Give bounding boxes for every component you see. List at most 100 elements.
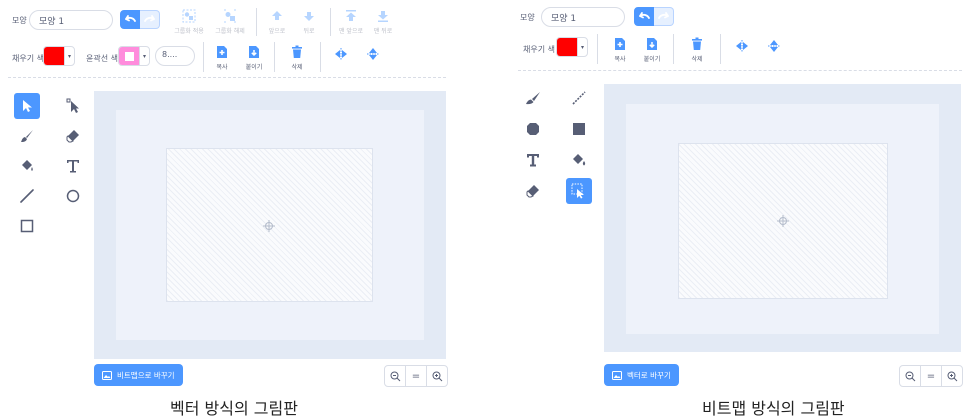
flip-vertical-button[interactable] — [757, 38, 791, 54]
ungroup-icon — [222, 8, 238, 24]
line-icon — [572, 91, 586, 105]
front-button[interactable]: 맨 앞으로 — [334, 8, 368, 35]
group-button[interactable]: 그룹화 적용 — [172, 8, 206, 35]
rectangle-tool[interactable] — [566, 116, 592, 142]
divider — [597, 34, 598, 64]
arrow-up-icon — [269, 8, 285, 24]
cursor-icon — [23, 100, 32, 112]
flip-horizontal-button[interactable] — [725, 38, 759, 54]
bitmap-caption: 비트맵 방식의 그림판 — [702, 399, 845, 418]
bucket-icon — [573, 154, 586, 166]
eraser-tool[interactable] — [520, 178, 546, 204]
to-front-icon — [343, 8, 359, 24]
zoom-in-button[interactable] — [941, 366, 962, 386]
text-icon — [67, 160, 79, 173]
undo-button[interactable] — [120, 10, 140, 29]
line-tool[interactable] — [566, 85, 592, 111]
circle-icon — [66, 189, 80, 203]
undo-icon — [638, 12, 650, 19]
chevron-down-icon: ▾ — [139, 47, 149, 65]
paste-icon — [246, 44, 262, 60]
vector-caption: 벡터 방식의 그림판 — [170, 399, 298, 418]
brush-icon — [526, 92, 540, 105]
select-tool[interactable] — [14, 93, 40, 119]
zoom-in-icon — [432, 371, 442, 381]
crosshair-icon — [777, 215, 789, 227]
outline-swatch — [119, 47, 139, 65]
ungroup-button[interactable]: 그룹화 해제 — [213, 8, 247, 35]
square-icon — [20, 219, 34, 233]
zoom-out-icon — [905, 371, 915, 381]
chevron-down-icon: ▾ — [577, 38, 587, 56]
fill-tool[interactable] — [566, 147, 592, 173]
flip-vertical-button[interactable] — [356, 46, 390, 62]
chevron-down-icon: ▾ — [64, 47, 74, 65]
text-tool[interactable] — [520, 147, 546, 173]
forward-button[interactable]: 앞으로 — [260, 8, 294, 35]
copy-button[interactable]: 복사 — [205, 44, 239, 71]
crosshair-icon — [263, 220, 275, 232]
redo-button[interactable] — [140, 10, 160, 29]
divider — [256, 8, 257, 36]
copy-button[interactable]: 복사 — [603, 36, 637, 63]
reshape-tool[interactable] — [60, 93, 86, 119]
brush-tool[interactable] — [520, 85, 546, 111]
rectangle-tool[interactable] — [14, 213, 40, 239]
eraser-icon — [526, 185, 539, 198]
copy-icon — [612, 36, 628, 52]
fill-tool[interactable] — [14, 153, 40, 179]
zoom-out-button[interactable] — [900, 366, 920, 386]
divider — [320, 42, 321, 72]
undo-button[interactable] — [634, 7, 654, 26]
line-icon — [20, 189, 34, 203]
image-icon — [612, 370, 622, 380]
image-icon — [102, 370, 112, 380]
fill-color-picker[interactable]: ▾ — [556, 37, 588, 57]
eraser-icon — [66, 130, 79, 143]
trash-icon — [289, 44, 305, 60]
reshape-icon — [66, 98, 79, 113]
zoom-in-button[interactable] — [426, 366, 447, 386]
arrow-down-icon — [301, 8, 317, 24]
select-icon — [571, 183, 584, 199]
outline-width-input[interactable]: 8.... — [155, 46, 195, 66]
text-tool[interactable] — [60, 153, 86, 179]
redo-button[interactable] — [654, 7, 674, 26]
to-back-icon — [375, 8, 391, 24]
flip-vertical-icon — [365, 46, 381, 62]
costume-name-input[interactable]: 모양 1 — [29, 10, 113, 30]
circle-tool[interactable] — [60, 183, 86, 209]
outline-color-label: 윤곽선 색 — [86, 54, 118, 63]
flip-vertical-icon — [766, 38, 782, 54]
line-tool[interactable] — [14, 183, 40, 209]
delete-button[interactable]: 삭제 — [280, 44, 314, 71]
zoom-out-icon — [390, 371, 400, 381]
paste-button[interactable]: 붙이기 — [635, 36, 669, 63]
zoom-out-button[interactable] — [385, 366, 405, 386]
select-tool[interactable] — [566, 178, 592, 204]
fill-color-picker[interactable]: ▾ — [43, 46, 75, 66]
backward-button[interactable]: 뒤로 — [292, 8, 326, 35]
costume-name-input[interactable]: 모양 1 — [541, 7, 625, 27]
zoom-in-icon — [947, 371, 957, 381]
convert-to-vector-button[interactable]: 벡터로 바꾸기 — [604, 364, 679, 386]
convert-to-bitmap-button[interactable]: 비트맵으로 바꾸기 — [94, 364, 183, 386]
delete-button[interactable]: 삭제 — [680, 36, 714, 63]
trash-icon — [689, 36, 705, 52]
redo-icon — [144, 15, 155, 22]
outline-color-picker[interactable]: ▾ — [118, 46, 150, 66]
group-icon — [181, 8, 197, 24]
undo-icon — [124, 15, 136, 22]
circle-tool[interactable] — [520, 116, 546, 142]
zoom-reset-button[interactable]: = — [405, 366, 426, 386]
paste-button[interactable]: 붙이기 — [237, 44, 271, 71]
eraser-tool[interactable] — [60, 123, 86, 149]
divider — [720, 34, 721, 64]
circle-icon — [527, 123, 539, 135]
back-button[interactable]: 맨 뒤로 — [366, 8, 400, 35]
toolbar-divider — [8, 77, 446, 78]
zoom-reset-button[interactable]: = — [920, 366, 941, 386]
flip-horizontal-button[interactable] — [324, 46, 358, 62]
copy-icon — [214, 44, 230, 60]
brush-tool[interactable] — [14, 123, 40, 149]
